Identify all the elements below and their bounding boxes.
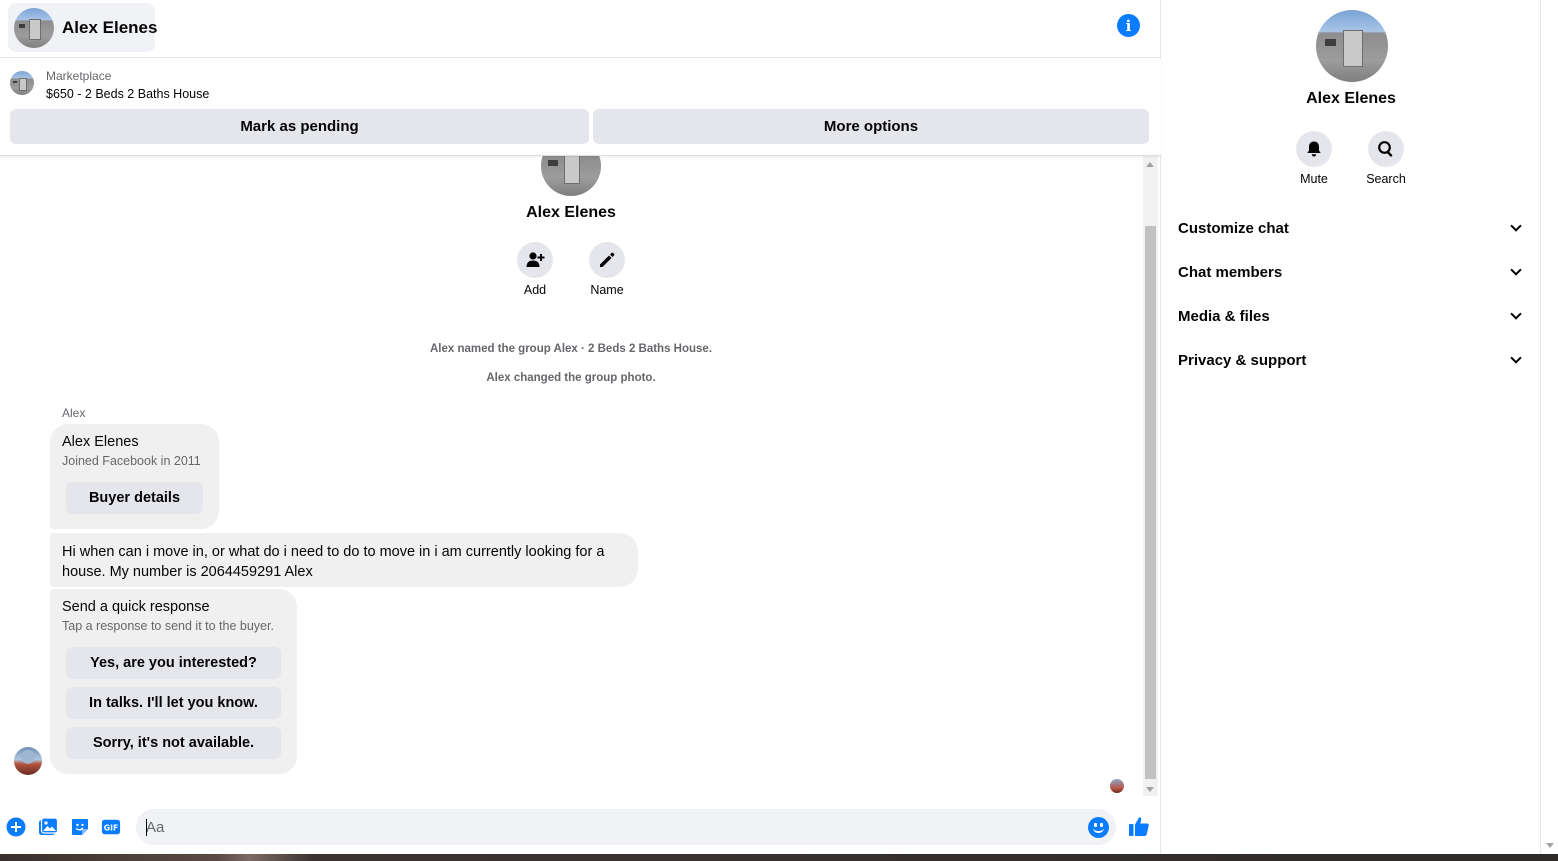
section-label: Media & files xyxy=(1178,307,1270,325)
name-label: Name xyxy=(590,283,624,297)
composer: GIF xyxy=(0,800,1161,854)
sender-label: Alex xyxy=(62,406,86,420)
message-scrollbar[interactable] xyxy=(1143,156,1158,796)
panel-contact-name: Alex Elenes xyxy=(1306,90,1396,107)
gif-icon[interactable]: GIF xyxy=(101,817,121,837)
message-text: Hi when can i move in, or what do i need… xyxy=(62,544,605,580)
add-label: Add xyxy=(523,283,547,297)
chevron-down-icon xyxy=(1510,264,1522,276)
quick-response-subtitle: Tap a response to send it to the buyer. xyxy=(62,619,274,633)
system-message: Alex changed the group photo. xyxy=(486,372,656,384)
add-person-icon xyxy=(526,252,545,267)
conversation-info-panel: Alex Elenes Mute Search Customize chat C… xyxy=(1162,0,1540,854)
section-label: Chat members xyxy=(1178,263,1283,281)
chevron-down-icon xyxy=(1510,352,1522,364)
bell-icon xyxy=(1307,141,1321,157)
more-options-button[interactable]: More options xyxy=(593,109,1149,144)
thumbs-up-icon[interactable] xyxy=(1128,815,1150,837)
header-contact-name: Alex Elenes xyxy=(62,17,158,37)
scroll-down-arrow-icon[interactable] xyxy=(1146,787,1154,792)
search-label: Search xyxy=(1366,172,1406,186)
section-privacy-support[interactable]: Privacy & support xyxy=(1170,340,1532,380)
profile-card-subtitle: Joined Facebook in 2011 xyxy=(62,454,201,468)
section-label: Privacy & support xyxy=(1178,351,1307,369)
sticker-icon[interactable] xyxy=(70,817,90,837)
info-icon[interactable]: i xyxy=(1117,14,1140,37)
message-input[interactable] xyxy=(136,809,1116,845)
thread-avatar xyxy=(541,156,601,196)
scroll-down-arrow-icon[interactable] xyxy=(1546,843,1554,848)
taskbar-strip xyxy=(0,854,1558,861)
name-group-button[interactable] xyxy=(589,242,625,278)
mute-button[interactable] xyxy=(1296,131,1332,167)
quick-response-option[interactable]: In talks. I'll let you know. xyxy=(66,687,281,719)
quick-response-bubble: Send a quick response Tap a response to … xyxy=(50,589,297,774)
add-member-button[interactable] xyxy=(517,242,553,278)
quick-response-option[interactable]: Sorry, it's not available. xyxy=(66,727,281,759)
scroll-up-arrow-icon[interactable] xyxy=(1146,162,1154,167)
section-customize-chat[interactable]: Customize chat xyxy=(1170,208,1532,248)
section-chat-members[interactable]: Chat members xyxy=(1170,252,1532,292)
gif-label: GIF xyxy=(104,824,118,833)
quick-response-option[interactable]: Yes, are you interested? xyxy=(66,647,281,679)
search-icon xyxy=(1378,141,1393,157)
chevron-down-icon xyxy=(1510,308,1522,320)
section-media-files[interactable]: Media & files xyxy=(1170,296,1532,336)
listing-title[interactable]: $650 - 2 Beds 2 Baths House xyxy=(46,87,209,101)
quick-response-title: Send a quick response xyxy=(62,599,210,615)
image-icon[interactable] xyxy=(38,817,58,837)
contact-avatar xyxy=(14,7,54,48)
thread-name: Alex Elenes xyxy=(526,204,616,221)
chevron-down-icon xyxy=(1510,220,1522,232)
messenger-window: Alex Elenes i Marketplace $650 - 2 Beds … xyxy=(0,0,1558,861)
mute-label: Mute xyxy=(1300,172,1328,186)
text-caret xyxy=(146,819,147,836)
section-label: Customize chat xyxy=(1178,219,1289,237)
profile-card-name: Alex Elenes xyxy=(62,434,139,450)
buyer-details-button[interactable]: Buyer details xyxy=(66,482,203,514)
marketplace-label: Marketplace xyxy=(46,69,112,83)
pencil-icon xyxy=(600,252,615,267)
search-button[interactable] xyxy=(1368,131,1404,167)
message-list: Alex Elenes Add Name Alex named the grou… xyxy=(0,156,1142,796)
sender-avatar xyxy=(14,747,42,775)
seen-indicator-avatar xyxy=(1110,779,1124,793)
listing-thumbnail xyxy=(10,71,34,95)
marketplace-banner: Marketplace $650 - 2 Beds 2 Baths House … xyxy=(0,59,1161,156)
header-contact-button[interactable]: Alex Elenes xyxy=(8,3,158,52)
page-scrollbar[interactable] xyxy=(1540,0,1558,854)
chat-header: Alex Elenes i xyxy=(0,0,1161,58)
panel-avatar xyxy=(1316,10,1388,82)
chat-column: Alex Elenes i Marketplace $650 - 2 Beds … xyxy=(0,0,1161,861)
plus-icon[interactable] xyxy=(6,817,26,837)
scroll-thumb[interactable] xyxy=(1145,226,1156,779)
message-bubble: Hi when can i move in, or what do i need… xyxy=(50,533,638,587)
profile-card-bubble: Alex Elenes Joined Facebook in 2011 Buye… xyxy=(50,424,219,529)
emoji-icon[interactable] xyxy=(1088,817,1109,838)
system-message: Alex named the group Alex · 2 Beds 2 Bat… xyxy=(429,343,713,355)
mark-as-pending-button[interactable]: Mark as pending xyxy=(10,109,589,144)
